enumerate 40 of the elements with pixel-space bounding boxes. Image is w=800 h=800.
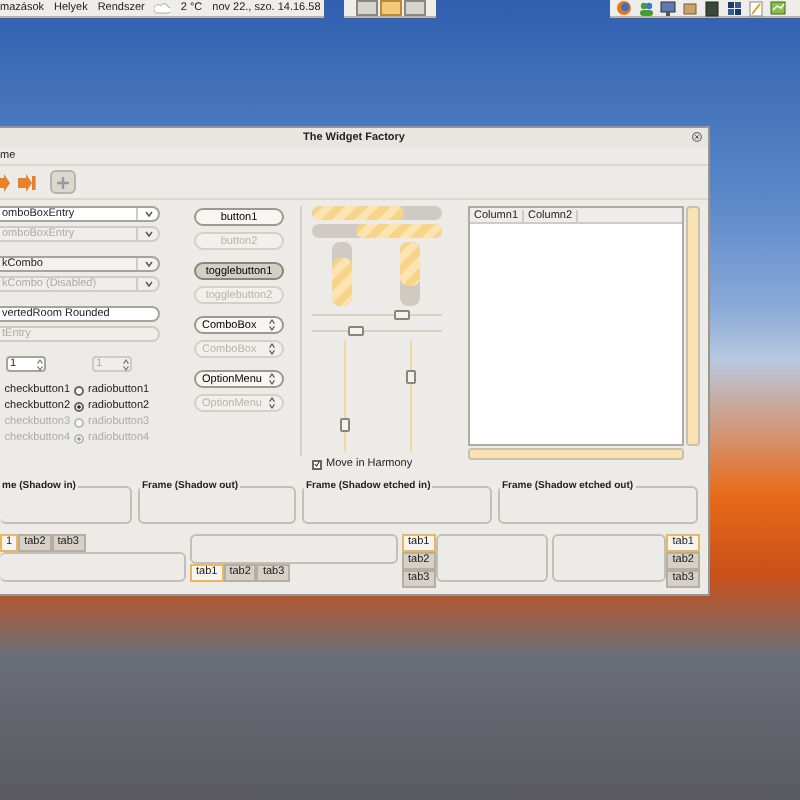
spin-arrows-icon	[268, 342, 276, 356]
box-icon	[682, 0, 698, 17]
slider-thumb[interactable]	[348, 326, 365, 336]
globe-icon	[616, 0, 632, 17]
caret-icon	[143, 280, 153, 288]
plus-icon	[56, 175, 70, 189]
arrow-icon	[0, 173, 10, 191]
tab-page	[552, 534, 667, 582]
caret-icon	[143, 210, 153, 218]
workspace-button[interactable]	[355, 0, 377, 16]
caret-icon	[143, 230, 153, 238]
vertical-scrollbar[interactable]	[686, 206, 700, 446]
horizontal-scrollbar[interactable]	[468, 448, 684, 460]
caret-icon	[143, 260, 153, 268]
spin-arrows-icon	[268, 372, 276, 386]
workspace-button[interactable]	[403, 0, 425, 16]
tab-page	[435, 534, 548, 582]
slider-thumb[interactable]	[394, 310, 411, 320]
slider-thumb[interactable]	[406, 369, 416, 384]
checkbox[interactable]	[312, 459, 322, 469]
workspace-button[interactable]	[379, 0, 401, 16]
grid-icon	[726, 0, 742, 17]
chart-icon	[770, 0, 786, 17]
spin-arrows-icon	[122, 357, 130, 371]
spin-arrows-icon	[268, 396, 276, 410]
radio-button[interactable]	[74, 385, 84, 395]
spin-arrows-icon	[36, 357, 44, 371]
slider-thumb[interactable]	[340, 418, 350, 433]
dropdown-button[interactable]	[136, 258, 158, 270]
spin-arrows-icon	[268, 318, 276, 332]
cloud-icon	[154, 2, 171, 14]
radio-button[interactable]	[74, 401, 84, 411]
dropdown-button[interactable]	[136, 208, 158, 220]
people-icon	[638, 0, 654, 17]
check-icon	[314, 460, 320, 468]
add-button[interactable]	[50, 170, 76, 194]
terminal-icon	[704, 0, 720, 17]
arrow-icon	[18, 173, 36, 191]
notepad-icon	[748, 0, 764, 17]
monitor-icon	[660, 0, 676, 17]
